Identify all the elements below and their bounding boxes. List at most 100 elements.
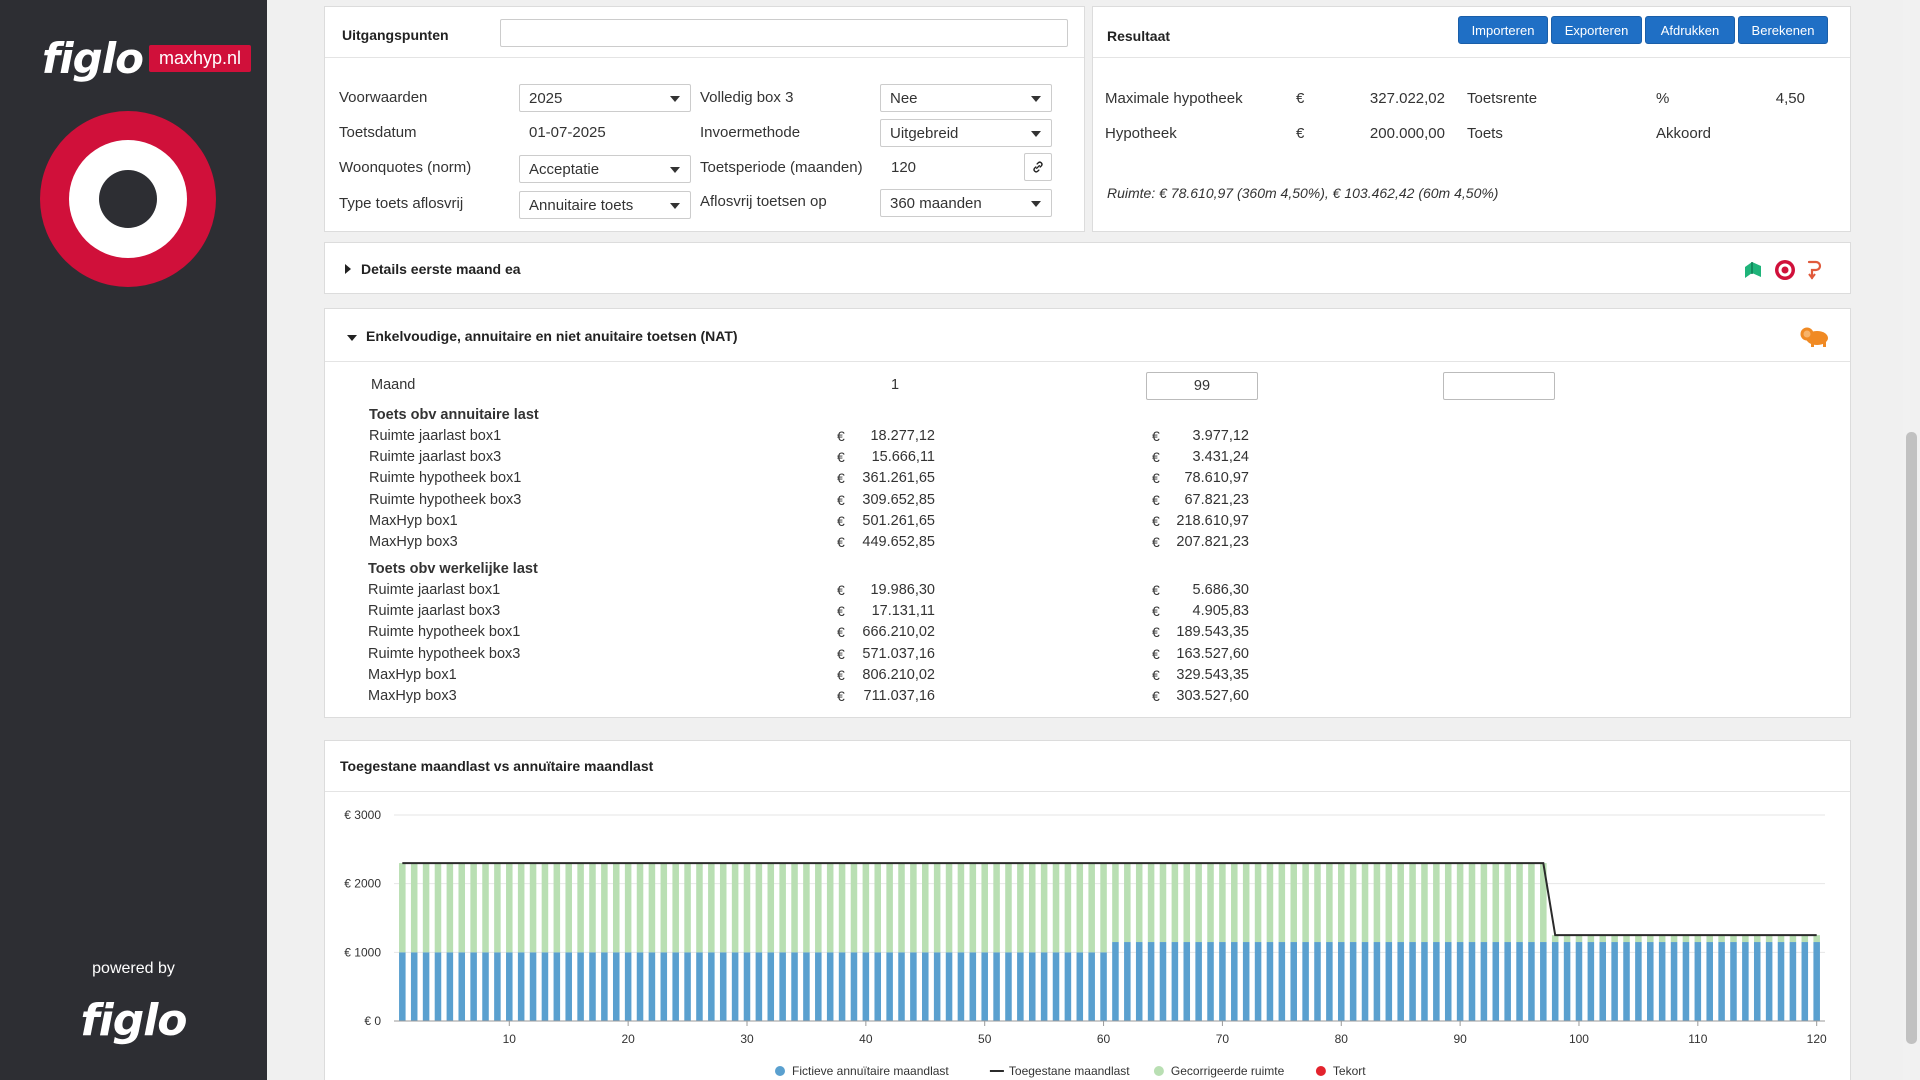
bar-fictieve xyxy=(1100,952,1107,1021)
nat-row-value-1: 711.037,16 xyxy=(863,688,936,704)
volledig-box3-label: Volledig box 3 xyxy=(700,89,794,106)
target-small-icon[interactable] xyxy=(1774,259,1796,285)
volledig-box3-select[interactable]: Nee xyxy=(880,84,1052,112)
bar-gecorrigeerde xyxy=(589,863,596,953)
toetsdatum-value[interactable]: 01-07-2025 xyxy=(529,124,606,141)
nat-row-label: MaxHyp box3 xyxy=(369,534,458,550)
voorwaarden-value: 2025 xyxy=(529,89,563,107)
woonquotes-value: Acceptatie xyxy=(529,160,600,178)
bar-fictieve xyxy=(1409,942,1416,1021)
details-panel[interactable]: Details eerste maand ea xyxy=(324,242,1851,294)
bar-gecorrigeerde xyxy=(1623,935,1630,943)
nat-row-label: Ruimte hypotheek box3 xyxy=(368,645,521,662)
bar-gecorrigeerde xyxy=(1040,863,1048,953)
type-toets-select[interactable]: Annuitaire toets xyxy=(519,191,691,219)
bar-gecorrigeerde xyxy=(1670,935,1678,943)
bar-gecorrigeerde xyxy=(1219,863,1226,943)
bar-fictieve xyxy=(910,952,917,1021)
invoermethode-value: Uitgebreid xyxy=(890,124,959,142)
bar-fictieve xyxy=(1742,942,1749,1021)
bar-gecorrigeerde xyxy=(1397,863,1404,943)
bar-fictieve xyxy=(862,952,870,1021)
bar-fictieve xyxy=(1813,942,1820,1021)
voorwaarden-select[interactable]: 2025 xyxy=(519,84,691,112)
bar-fictieve xyxy=(1207,942,1214,1021)
max-hyp-value: 327.022,02 xyxy=(1369,90,1445,107)
uitgangspunten-input[interactable] xyxy=(500,19,1068,47)
bar-fictieve xyxy=(434,952,442,1021)
type-toets-label: Type toets aflosvrij xyxy=(339,195,464,212)
woonquotes-select[interactable]: Acceptatie xyxy=(519,155,691,183)
bar-fictieve xyxy=(1171,942,1179,1021)
bar-fictieve xyxy=(1777,942,1785,1021)
bar-fictieve xyxy=(636,952,644,1021)
bar-gecorrigeerde xyxy=(636,863,644,953)
hypotheek-currency: € xyxy=(1296,125,1305,142)
nat-row-label: MaxHyp box1 xyxy=(368,666,457,683)
scrollbar[interactable] xyxy=(1903,0,1920,1080)
bar-gecorrigeerde xyxy=(1777,935,1785,943)
nat-row-label: Ruimte jaarlast box3 xyxy=(368,603,501,620)
bar-fictieve xyxy=(1266,942,1274,1021)
section2-title: Toets obv werkelijke last xyxy=(368,561,538,577)
resultaat-title: Resultaat xyxy=(1107,28,1171,44)
nat-row-value-2: 207.821,23 xyxy=(1176,534,1249,550)
bar-gecorrigeerde xyxy=(1658,935,1666,943)
bar-fictieve xyxy=(506,952,513,1021)
bar-gecorrigeerde xyxy=(1302,863,1309,943)
bar-gecorrigeerde xyxy=(1587,935,1595,943)
bar-fictieve xyxy=(1219,942,1226,1021)
exporteren-button[interactable]: Exporteren xyxy=(1551,16,1642,44)
bar-fictieve xyxy=(529,952,537,1021)
scrollbar-thumb[interactable] xyxy=(1906,432,1917,1044)
berekenen-button[interactable]: Berekenen xyxy=(1738,16,1828,44)
bar-gecorrigeerde xyxy=(506,863,513,953)
bar-gecorrigeerde xyxy=(1278,863,1286,943)
bar-gecorrigeerde xyxy=(565,863,572,953)
x-tick-label: 90 xyxy=(1453,1032,1467,1046)
nat-row-value-1: 501.261,65 xyxy=(862,512,935,529)
bar-fictieve xyxy=(1088,952,1095,1021)
bar-fictieve xyxy=(494,952,501,1021)
importeren-button[interactable]: Importeren xyxy=(1458,16,1548,44)
bar-fictieve xyxy=(1623,942,1630,1021)
figlo-logo[interactable]: figlo maxhyp.nl xyxy=(42,34,252,83)
bar-gecorrigeerde xyxy=(826,863,834,953)
bar-gecorrigeerde xyxy=(1052,863,1060,953)
bar-fictieve xyxy=(1753,942,1761,1021)
bar-gecorrigeerde xyxy=(922,863,929,953)
book-icon[interactable] xyxy=(1742,259,1764,285)
bar-fictieve xyxy=(541,952,549,1021)
arrow-icon[interactable] xyxy=(1804,259,1824,285)
nat-row-value-1: 18.277,12 xyxy=(870,428,935,444)
nat-row-value-2: 3.431,24 xyxy=(1192,449,1249,466)
bar-fictieve xyxy=(1349,942,1357,1021)
bar-gecorrigeerde xyxy=(1801,935,1809,943)
bar-fictieve xyxy=(1551,942,1559,1021)
bar-fictieve xyxy=(1433,942,1440,1021)
aflosvrij-select[interactable]: 360 maanden xyxy=(880,189,1052,217)
bar-gecorrigeerde xyxy=(1753,935,1761,943)
bar-fictieve xyxy=(1504,942,1511,1021)
link-icon[interactable] xyxy=(1024,153,1052,181)
bar-gecorrigeerde xyxy=(1563,935,1571,943)
x-tick-label: 120 xyxy=(1807,1032,1827,1046)
nat-row-label: MaxHyp box3 xyxy=(368,688,457,704)
toetsperiode-value[interactable]: 120 xyxy=(891,159,916,176)
bar-gecorrigeerde xyxy=(957,863,965,953)
lion-icon[interactable] xyxy=(1799,325,1831,351)
logo-text: figlo xyxy=(42,34,144,83)
maand-col2-input[interactable]: 99 xyxy=(1146,372,1258,400)
woonquotes-label: Woonquotes (norm) xyxy=(339,159,472,176)
bar-fictieve xyxy=(1326,942,1333,1021)
bar-gecorrigeerde xyxy=(1516,863,1523,943)
bar-gecorrigeerde xyxy=(803,863,810,953)
toetsrente-unit: % xyxy=(1656,90,1670,107)
caret-down-icon[interactable] xyxy=(347,335,357,341)
bar-fictieve xyxy=(945,952,953,1021)
bar-fictieve xyxy=(1278,942,1286,1021)
bar-fictieve xyxy=(1587,942,1595,1021)
maand-col3-input[interactable] xyxy=(1443,372,1555,400)
afdrukken-button[interactable]: Afdrukken xyxy=(1645,16,1735,44)
invoermethode-select[interactable]: Uitgebreid xyxy=(880,119,1052,147)
